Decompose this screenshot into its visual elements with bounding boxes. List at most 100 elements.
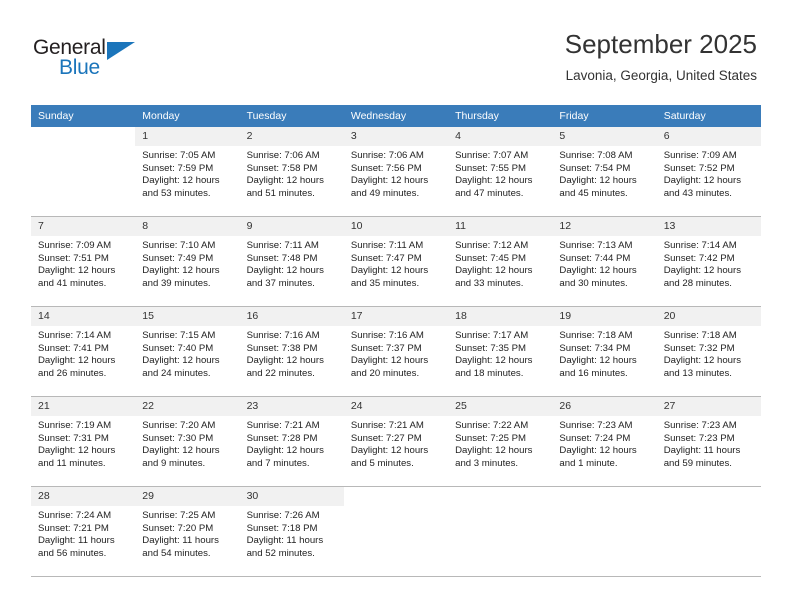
calendar-day-cell[interactable]: 7 Sunrise: 7:09 AM Sunset: 7:51 PM Daylight… bbox=[31, 217, 136, 306]
day-sun-info: Sunrise: 7:21 AM Sunset: 7:28 PM Daylight:… bbox=[240, 416, 344, 470]
calendar-day-cell[interactable]: 16 Sunrise: 7:16 AM Sunset: 7:38 PM Dayligh… bbox=[239, 307, 344, 396]
day-sun-info: Sunrise: 7:05 AM Sunset: 7:59 PM Daylight:… bbox=[135, 146, 239, 200]
day-sunset-text: Sunset: 7:45 PM bbox=[455, 252, 527, 264]
day-sun-info: Sunrise: 7:08 AM Sunset: 7:54 PM Daylight:… bbox=[552, 146, 656, 200]
day-number: 27 bbox=[656, 397, 761, 416]
day-daylight2-text: and 43 minutes. bbox=[663, 187, 732, 199]
calendar-day-cell[interactable]: 27 Sunrise: 7:23 AM Sunset: 7:23 PM Dayligh… bbox=[656, 397, 761, 486]
day-daylight2-text: and 13 minutes. bbox=[663, 367, 732, 379]
day-sunrise-text: Sunrise: 7:16 AM bbox=[350, 330, 424, 341]
day-number bbox=[552, 487, 657, 506]
day-number: 28 bbox=[31, 487, 136, 506]
day-sunset-text: Sunset: 7:47 PM bbox=[350, 252, 422, 264]
day-daylight1-text: Daylight: 12 hours bbox=[350, 355, 429, 367]
day-daylight1-text: Daylight: 12 hours bbox=[350, 445, 429, 457]
calendar-day-cell[interactable]: 5 Sunrise: 7:08 AM Sunset: 7:54 PM Daylight… bbox=[552, 127, 657, 216]
day-sun-info: Sunrise: 7:13 AM Sunset: 7:44 PM Daylight:… bbox=[552, 236, 656, 290]
day-sunrise-text: Sunrise: 7:16 AM bbox=[246, 330, 320, 341]
day-number: 15 bbox=[135, 307, 240, 326]
day-number: 25 bbox=[448, 397, 553, 416]
calendar-day-cell[interactable]: 1 Sunrise: 7:05 AM Sunset: 7:59 PM Daylight… bbox=[135, 127, 240, 216]
calendar-day-cell[interactable]: 26 Sunrise: 7:23 AM Sunset: 7:24 PM Dayligh… bbox=[552, 397, 657, 486]
calendar-day-cell[interactable]: 24 Sunrise: 7:21 AM Sunset: 7:27 PM Dayligh… bbox=[343, 397, 449, 486]
calendar-day-cell[interactable]: 23 Sunrise: 7:21 AM Sunset: 7:28 PM Dayligh… bbox=[239, 397, 344, 486]
day-daylight2-text: and 59 minutes. bbox=[663, 457, 732, 469]
calendar-day-cell[interactable]: 3 Sunrise: 7:06 AM Sunset: 7:56 PM Daylight… bbox=[343, 127, 449, 216]
day-number: 19 bbox=[552, 307, 657, 326]
day-daylight2-text: and 47 minutes. bbox=[455, 187, 524, 199]
day-daylight1-text: Daylight: 12 hours bbox=[246, 265, 324, 277]
day-sunset-text: Sunset: 7:40 PM bbox=[142, 342, 214, 354]
general-blue-logo[interactable]: General Blue bbox=[33, 36, 153, 84]
page-subtitle: Lavonia, Georgia, United States bbox=[565, 68, 757, 83]
day-daylight1-text: Daylight: 12 hours bbox=[559, 175, 637, 187]
day-daylight2-text: and 56 minutes. bbox=[38, 547, 107, 559]
day-daylight1-text: Daylight: 11 hours bbox=[246, 535, 324, 547]
day-daylight1-text: Daylight: 12 hours bbox=[246, 175, 324, 187]
day-daylight1-text: Daylight: 12 hours bbox=[246, 445, 324, 457]
day-sun-info: Sunrise: 7:25 AM Sunset: 7:20 PM Daylight:… bbox=[135, 506, 239, 560]
calendar-day-cell[interactable]: 20 Sunrise: 7:18 AM Sunset: 7:32 PM Dayligh… bbox=[656, 307, 761, 396]
weekday-header-row: Sunday Monday Tuesday Wednesday Thursday… bbox=[31, 105, 761, 127]
calendar-day-cell[interactable]: 29 Sunrise: 7:25 AM Sunset: 7:20 PM Dayligh… bbox=[135, 487, 240, 576]
day-sunset-text: Sunset: 7:23 PM bbox=[663, 432, 735, 444]
calendar-day-cell[interactable]: 21 Sunrise: 7:19 AM Sunset: 7:31 PM Dayligh… bbox=[31, 397, 136, 486]
day-sunrise-text: Sunrise: 7:18 AM bbox=[559, 330, 633, 341]
day-daylight2-text: and 39 minutes. bbox=[142, 277, 211, 289]
day-sunset-text: Sunset: 7:37 PM bbox=[350, 342, 422, 354]
calendar-day-cell[interactable]: 18 Sunrise: 7:17 AM Sunset: 7:35 PM Dayligh… bbox=[448, 307, 553, 396]
day-daylight1-text: Daylight: 12 hours bbox=[38, 355, 116, 367]
day-daylight1-text: Daylight: 12 hours bbox=[142, 175, 220, 187]
calendar-day-cell[interactable]: 10 Sunrise: 7:11 AM Sunset: 7:47 PM Dayligh… bbox=[343, 217, 449, 306]
day-sunrise-text: Sunrise: 7:23 AM bbox=[559, 420, 633, 431]
day-sun-info: Sunrise: 7:16 AM Sunset: 7:37 PM Daylight:… bbox=[344, 326, 448, 380]
day-sunrise-text: Sunrise: 7:11 AM bbox=[350, 240, 424, 251]
day-sun-info: Sunrise: 7:20 AM Sunset: 7:30 PM Daylight:… bbox=[135, 416, 239, 470]
calendar-day-cell[interactable]: 6 Sunrise: 7:09 AM Sunset: 7:52 PM Daylight… bbox=[656, 127, 761, 216]
calendar-day-cell[interactable]: 25 Sunrise: 7:22 AM Sunset: 7:25 PM Dayligh… bbox=[448, 397, 553, 486]
day-sunset-text: Sunset: 7:28 PM bbox=[246, 432, 318, 444]
calendar-day-cell[interactable]: 22 Sunrise: 7:20 AM Sunset: 7:30 PM Dayligh… bbox=[135, 397, 240, 486]
day-daylight2-text: and 49 minutes. bbox=[350, 187, 420, 199]
day-sun-info: Sunrise: 7:18 AM Sunset: 7:32 PM Daylight:… bbox=[657, 326, 761, 380]
day-sunrise-text: Sunrise: 7:24 AM bbox=[38, 510, 112, 521]
day-daylight1-text: Daylight: 12 hours bbox=[455, 175, 533, 187]
day-daylight2-text: and 18 minutes. bbox=[455, 367, 524, 379]
calendar-day-cell[interactable]: 9 Sunrise: 7:11 AM Sunset: 7:48 PM Daylight… bbox=[239, 217, 344, 306]
calendar-day-cell[interactable]: 4 Sunrise: 7:07 AM Sunset: 7:55 PM Daylight… bbox=[448, 127, 553, 216]
day-number: 21 bbox=[31, 397, 136, 416]
day-number: 17 bbox=[343, 307, 449, 326]
day-daylight1-text: Daylight: 12 hours bbox=[455, 445, 533, 457]
calendar-day-cell[interactable]: 12 Sunrise: 7:13 AM Sunset: 7:44 PM Dayligh… bbox=[552, 217, 657, 306]
day-number: 5 bbox=[552, 127, 657, 146]
day-daylight2-text: and 52 minutes. bbox=[246, 547, 315, 559]
day-sunrise-text: Sunrise: 7:23 AM bbox=[663, 420, 737, 431]
day-daylight1-text: Daylight: 12 hours bbox=[38, 265, 116, 277]
day-number: 9 bbox=[239, 217, 344, 236]
weekday-header-tuesday: Tuesday bbox=[239, 105, 344, 127]
calendar-day-cell[interactable]: 13 Sunrise: 7:14 AM Sunset: 7:42 PM Dayligh… bbox=[656, 217, 761, 306]
calendar-day-cell[interactable]: 14 Sunrise: 7:14 AM Sunset: 7:41 PM Dayligh… bbox=[31, 307, 136, 396]
day-daylight1-text: Daylight: 12 hours bbox=[38, 445, 116, 457]
calendar-day-cell[interactable]: 19 Sunrise: 7:18 AM Sunset: 7:34 PM Dayligh… bbox=[552, 307, 657, 396]
calendar-day-cell[interactable]: 28 Sunrise: 7:24 AM Sunset: 7:21 PM Dayligh… bbox=[31, 487, 136, 576]
calendar-day-cell[interactable]: 8 Sunrise: 7:10 AM Sunset: 7:49 PM Daylight… bbox=[135, 217, 240, 306]
day-sun-info: Sunrise: 7:23 AM Sunset: 7:24 PM Daylight:… bbox=[552, 416, 656, 470]
calendar-day-cell[interactable]: 15 Sunrise: 7:15 AM Sunset: 7:40 PM Dayligh… bbox=[135, 307, 240, 396]
calendar-day-cell[interactable]: 11 Sunrise: 7:12 AM Sunset: 7:45 PM Dayligh… bbox=[448, 217, 553, 306]
day-daylight1-text: Daylight: 12 hours bbox=[663, 265, 742, 277]
calendar-day-cell[interactable]: 2 Sunrise: 7:06 AM Sunset: 7:58 PM Daylight… bbox=[239, 127, 344, 216]
day-number: 4 bbox=[448, 127, 553, 146]
grid-bottom-border bbox=[31, 576, 761, 577]
day-sunset-text: Sunset: 7:51 PM bbox=[38, 252, 109, 264]
calendar-grid: Sunday Monday Tuesday Wednesday Thursday… bbox=[31, 105, 761, 576]
day-sunrise-text: Sunrise: 7:10 AM bbox=[142, 240, 216, 251]
calendar-day-cell[interactable]: 17 Sunrise: 7:16 AM Sunset: 7:37 PM Dayligh… bbox=[343, 307, 449, 396]
day-sunset-text: Sunset: 7:27 PM bbox=[350, 432, 422, 444]
day-sunrise-text: Sunrise: 7:13 AM bbox=[559, 240, 633, 251]
calendar-day-cell-empty bbox=[343, 487, 449, 576]
weekday-header-monday: Monday bbox=[135, 105, 240, 127]
day-daylight2-text: and 20 minutes. bbox=[350, 367, 420, 379]
calendar-day-cell[interactable]: 30 Sunrise: 7:26 AM Sunset: 7:18 PM Dayligh… bbox=[239, 487, 344, 576]
day-number: 29 bbox=[135, 487, 240, 506]
